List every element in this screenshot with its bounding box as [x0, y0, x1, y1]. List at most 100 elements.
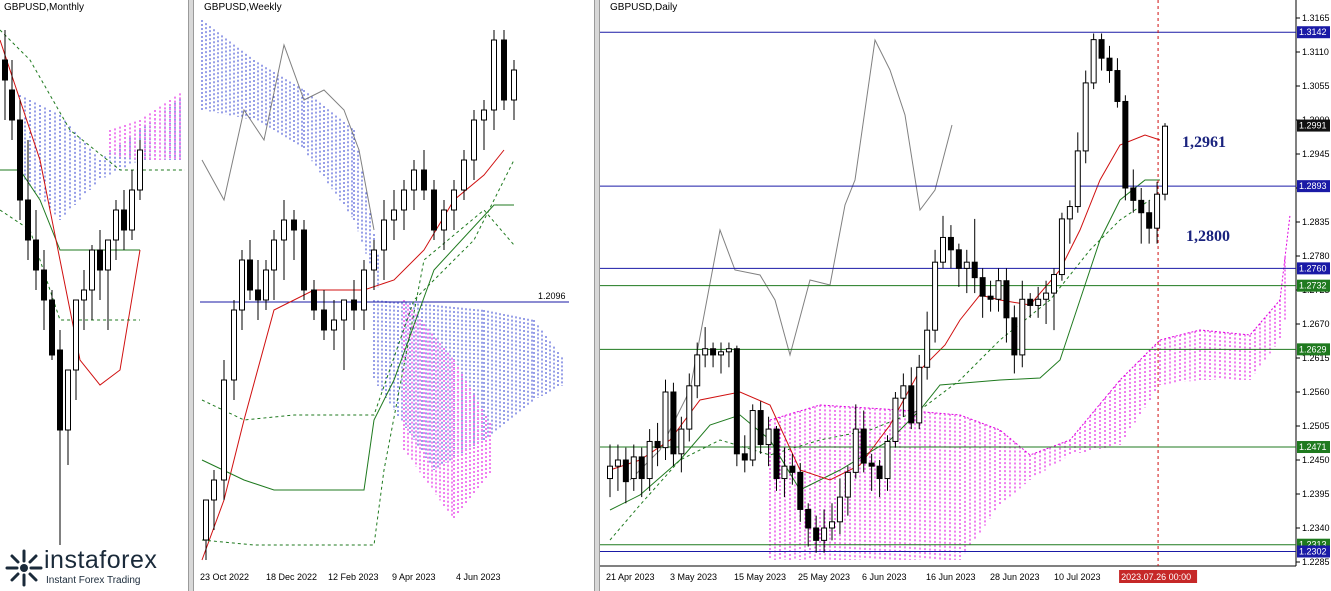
daily-candle — [1122, 100, 1129, 189]
monthly-candle — [113, 209, 119, 241]
weekly-candle — [351, 299, 357, 311]
weekly-chart-canvas: 1.2096 23 Oct 2022 18 Dec 2022 12 Feb 2023 9… — [200, 20, 569, 582]
daily-annotation-upper: 1,2961 — [1182, 134, 1226, 151]
daily-candle — [955, 249, 962, 269]
weekly-candle — [311, 289, 317, 311]
daily-level-tag-label: 1.3142 — [1299, 27, 1327, 37]
daily-candle — [1146, 212, 1153, 229]
weekly-chart-title: GBPUSD,Weekly — [204, 2, 282, 13]
daily-candle — [932, 261, 939, 331]
weekly-candle — [221, 379, 227, 481]
weekly-candle — [431, 189, 437, 231]
daily-candle — [646, 440, 653, 480]
daily-y-tick-label: 1.3110 — [1302, 47, 1329, 57]
daily-crosshair-time-label: 2023.07.26 00:00 — [1121, 572, 1191, 582]
daily-candle — [1019, 298, 1026, 356]
weekly-chart-panel[interactable]: 1.2096 23 Oct 2022 18 Dec 2022 12 Feb 2023 9… — [194, 0, 594, 591]
daily-x-tick-label: 28 Jun 2023 — [990, 572, 1040, 582]
daily-candle — [630, 456, 637, 480]
daily-candle — [765, 428, 772, 446]
weekly-candle — [247, 259, 253, 291]
daily-level-tag-label: 1.2471 — [1299, 442, 1327, 452]
daily-candle — [836, 496, 843, 523]
weekly-candle — [263, 269, 269, 301]
daily-candle — [710, 348, 717, 356]
daily-candle — [884, 440, 891, 480]
monthly-candle — [121, 209, 127, 231]
weekly-candle — [421, 169, 427, 191]
daily-y-tick-label: 1.2285 — [1302, 557, 1330, 567]
daily-candle — [1011, 317, 1018, 356]
daily-candle — [638, 456, 645, 480]
daily-candle — [1074, 150, 1081, 208]
weekly-x-tick-label: 12 Feb 2023 — [328, 572, 379, 582]
weekly-candle — [501, 39, 507, 101]
weekly-candle — [481, 109, 487, 121]
monthly-candle — [129, 189, 135, 231]
daily-senkou-span-b — [769, 214, 1291, 456]
daily-level-tag-label: 1.2893 — [1299, 181, 1327, 191]
daily-chart-panel[interactable]: 1.31651.31101.30551.30001.29451.28901.28… — [600, 0, 1331, 591]
daily-candle — [670, 391, 677, 455]
daily-y-tick-label: 1.2780 — [1302, 251, 1330, 261]
monthly-chart-panel[interactable]: GBPUSD,Monthly — [0, 0, 188, 591]
daily-x-tick-label: 3 May 2023 — [670, 572, 717, 582]
daily-x-tick-label: 16 Jun 2023 — [926, 572, 976, 582]
monthly-candle — [73, 299, 79, 371]
daily-x-tick-label: 25 May 2023 — [798, 572, 850, 582]
weekly-candle — [451, 189, 457, 211]
weekly-tenkan — [201, 149, 505, 561]
instaforex-logo: instaforex Instant Forex Trading — [0, 545, 186, 591]
daily-candle — [908, 385, 915, 424]
daily-y-tick-label: 1.2835 — [1302, 217, 1330, 227]
daily-candle — [741, 453, 748, 461]
daily-candle — [1090, 39, 1097, 84]
daily-candle — [1138, 199, 1145, 214]
daily-level-tag-label: 1.2760 — [1299, 263, 1327, 273]
daily-candle — [781, 465, 788, 480]
monthly-candle — [81, 289, 87, 301]
daily-candle — [829, 521, 835, 529]
daily-candle — [686, 385, 693, 430]
daily-chart-title: GBPUSD,Daily — [610, 2, 678, 13]
daily-y-tick-label: 1.2450 — [1302, 455, 1330, 465]
weekly-candle — [401, 189, 407, 211]
daily-candle — [757, 410, 764, 446]
daily-chart-canvas: 1.31651.31101.30551.30001.29451.28901.28… — [600, 0, 1330, 583]
weekly-candle — [281, 219, 287, 241]
weekly-candle — [511, 69, 517, 101]
weekly-candle — [331, 319, 337, 331]
weekly-candle — [471, 119, 477, 161]
weekly-candle — [391, 209, 397, 221]
daily-candle — [1106, 57, 1113, 72]
daily-candle — [789, 465, 796, 473]
monthly-candle — [137, 149, 143, 191]
weekly-x-tick-label: 4 Jun 2023 — [456, 572, 501, 582]
daily-y-tick-label: 1.2670 — [1302, 319, 1330, 329]
daily-candle — [971, 261, 978, 279]
monthly-candle-group — [2, 30, 143, 550]
monthly-candle — [17, 119, 23, 201]
daily-candle — [979, 277, 986, 297]
daily-candle — [916, 366, 923, 424]
weekly-candle — [441, 209, 447, 231]
daily-candle — [940, 236, 946, 263]
weekly-x-tick-label: 23 Oct 2022 — [200, 572, 249, 582]
monthly-candle — [97, 249, 103, 271]
daily-candle — [1066, 206, 1073, 220]
weekly-candle — [411, 169, 417, 191]
daily-candle — [900, 385, 907, 399]
weekly-cloud-blue-2 — [373, 300, 563, 470]
weekly-candle — [301, 229, 307, 291]
daily-candle — [947, 236, 954, 251]
weekly-candle — [291, 219, 297, 231]
daily-candle — [725, 348, 732, 353]
daily-candle — [852, 428, 859, 473]
weekly-candle — [239, 259, 245, 311]
daily-candle — [622, 459, 629, 483]
daily-candle — [1098, 39, 1105, 59]
daily-candle — [1154, 193, 1161, 229]
daily-x-tick-label: 6 Jun 2023 — [862, 572, 907, 582]
daily-candle — [868, 462, 875, 467]
weekly-x-tick-label: 18 Dec 2022 — [266, 572, 317, 582]
